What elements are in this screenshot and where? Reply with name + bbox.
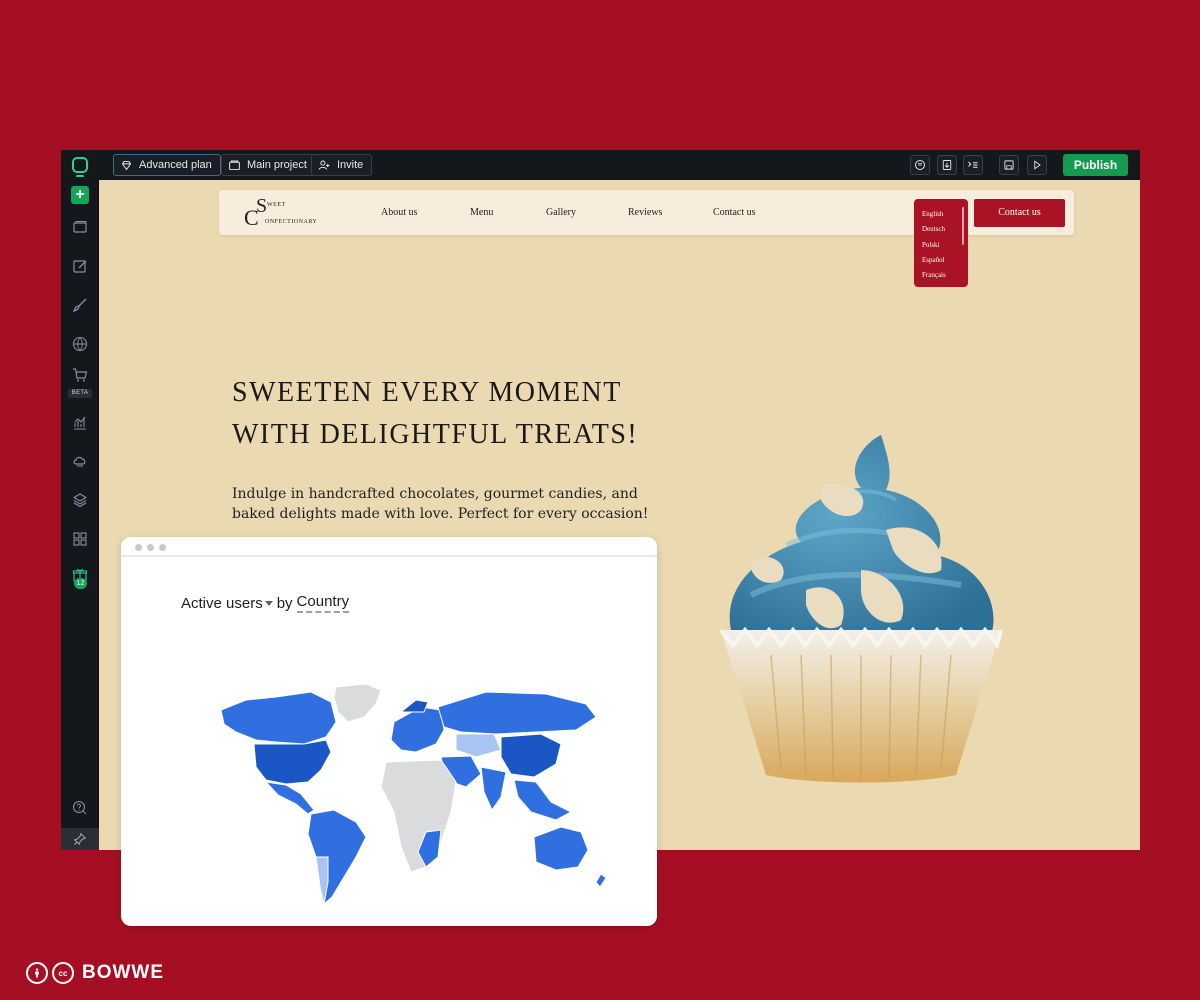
brush-icon[interactable] <box>71 296 89 314</box>
contact-us-button[interactable]: Contact us <box>974 199 1065 227</box>
footer-brand: cc BOWWE <box>26 962 164 984</box>
advanced-plan-button[interactable]: Advanced plan <box>113 154 221 176</box>
logo-letter-s: S <box>256 195 268 217</box>
metric-selector[interactable]: Active users <box>181 595 263 612</box>
project-icon <box>229 160 240 170</box>
region-china[interactable] <box>500 733 562 778</box>
window-dot <box>159 544 166 551</box>
add-element-icon[interactable]: + <box>71 186 89 204</box>
active-users-title: Active users by Country <box>181 593 350 613</box>
region-usa[interactable] <box>253 739 332 785</box>
beta-badge: BETA <box>68 389 92 398</box>
save-button[interactable] <box>999 155 1019 175</box>
invite-label: Invite <box>337 159 364 171</box>
logo-word-2: ONFECTIONARY <box>265 219 318 225</box>
comments-button[interactable] <box>910 155 930 175</box>
pages-icon[interactable] <box>71 218 89 236</box>
creative-commons-icon: cc <box>52 962 74 984</box>
region-southeast-asia[interactable] <box>513 779 573 821</box>
code-button[interactable] <box>963 155 983 175</box>
chat-icon <box>915 160 925 170</box>
gift-count-badge: 12 <box>74 578 87 589</box>
analytics-card: Active users by Country <box>121 537 657 926</box>
card-window-bar <box>121 537 657 557</box>
lang-espanol[interactable]: Español <box>922 253 968 268</box>
cupcake-globe-image <box>719 435 1003 783</box>
nav-about[interactable]: About us <box>381 207 417 218</box>
cloud-icon[interactable] <box>71 452 89 470</box>
help-icon[interactable] <box>71 799 89 817</box>
attribution-icon <box>26 962 48 984</box>
play-icon <box>1034 160 1041 170</box>
region-central-asia[interactable] <box>455 733 502 758</box>
region-europe[interactable] <box>390 706 445 753</box>
logo-word-1: WEET <box>267 202 286 208</box>
builder-sidebar: + BETA 12 <box>61 180 99 850</box>
nav-contact[interactable]: Contact us <box>713 207 756 218</box>
region-india[interactable] <box>480 766 507 812</box>
window-dot <box>135 544 142 551</box>
bowwe-logo-icon[interactable] <box>72 157 88 177</box>
cart-icon[interactable] <box>71 366 89 384</box>
import-button[interactable] <box>937 155 957 175</box>
lang-francais[interactable]: Français <box>922 268 968 283</box>
dropdown-scrollbar[interactable] <box>962 207 964 245</box>
code-list-icon <box>968 161 978 168</box>
caret-down-icon[interactable] <box>264 600 273 606</box>
brand-logo: BOWWE <box>82 962 165 983</box>
window-dot <box>147 544 154 551</box>
region-new-zealand[interactable] <box>595 873 607 888</box>
download-icon <box>942 160 952 170</box>
region-scandinavia[interactable] <box>399 699 429 713</box>
advanced-plan-label: Advanced plan <box>139 159 212 171</box>
publish-button[interactable]: Publish <box>1063 154 1128 176</box>
diamond-icon <box>121 160 132 170</box>
builder-topbar: Advanced plan Main project Invite Publis… <box>61 150 1140 180</box>
pin-icon <box>73 832 87 846</box>
nav-menu[interactable]: Menu <box>470 207 493 218</box>
add-user-icon <box>318 160 330 170</box>
dimension-selector[interactable]: Country <box>296 593 350 613</box>
analytics-icon[interactable] <box>71 414 89 432</box>
region-australia[interactable] <box>533 826 589 871</box>
apps-grid-icon[interactable] <box>71 530 89 548</box>
site-logo[interactable]: C S WEET ONFECTIONARY <box>244 195 334 230</box>
hero-text: Indulge in handcrafted chocolates, gourm… <box>232 486 649 522</box>
main-project-label: Main project <box>247 159 307 171</box>
save-icon <box>1004 160 1014 170</box>
region-greenland[interactable] <box>333 683 382 723</box>
region-russia[interactable] <box>437 691 597 735</box>
invite-button[interactable]: Invite <box>311 154 373 176</box>
hero-title: SWEETEN EVERY MOMENT WITH DELIGHTFUL TRE… <box>232 377 639 450</box>
nav-gallery[interactable]: Gallery <box>546 207 576 218</box>
edit-icon[interactable] <box>71 257 89 275</box>
dimension-prefix: by <box>276 594 293 612</box>
domain-globe-icon[interactable] <box>71 335 89 353</box>
region-canada[interactable] <box>220 691 337 745</box>
world-map <box>220 683 607 905</box>
nav-reviews[interactable]: Reviews <box>628 207 662 218</box>
pin-toggle[interactable] <box>61 828 99 850</box>
language-dropdown: English Deutsch Polski Español Français <box>914 199 968 287</box>
preview-button[interactable] <box>1027 155 1047 175</box>
region-africa[interactable] <box>380 759 457 873</box>
layers-icon[interactable] <box>71 491 89 509</box>
region-mexico[interactable] <box>264 781 315 815</box>
main-project-button[interactable]: Main project <box>221 154 316 176</box>
